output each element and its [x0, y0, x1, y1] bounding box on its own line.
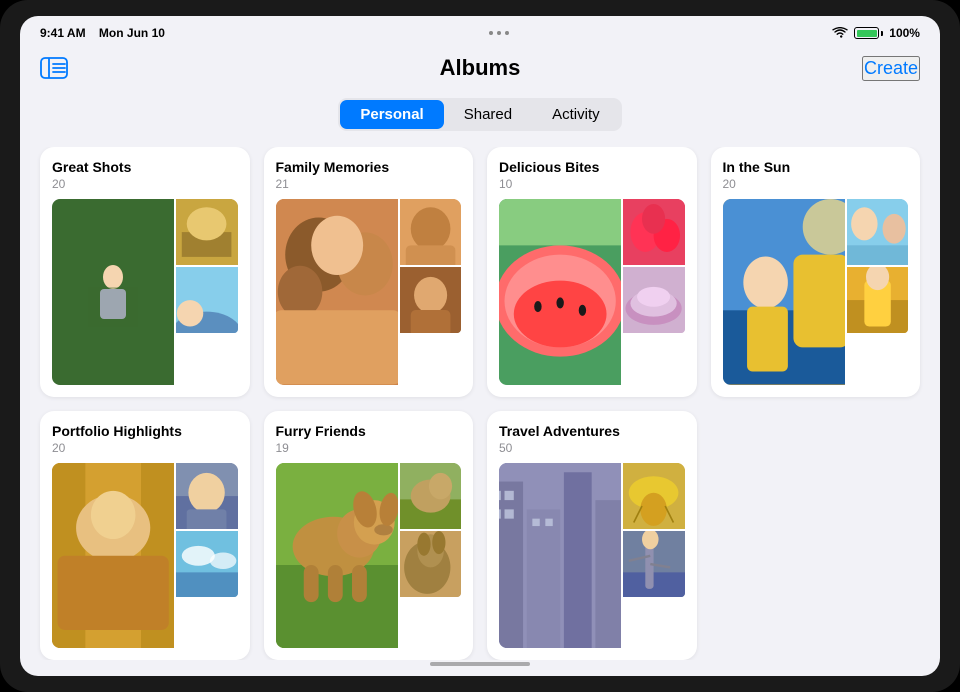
photo-side-2 — [847, 267, 908, 333]
photo-side-2 — [623, 531, 684, 597]
dot-3 — [505, 31, 509, 35]
battery-percentage: 100% — [889, 26, 920, 40]
photo-main — [276, 199, 398, 385]
side-photos — [623, 463, 684, 597]
photo-side-1 — [623, 463, 684, 529]
album-card-portfolio-highlights[interactable]: Portfolio Highlights 20 — [40, 411, 250, 661]
album-photos — [52, 463, 238, 649]
status-dots — [489, 31, 509, 35]
album-photos — [723, 199, 909, 385]
create-button[interactable]: Create — [862, 56, 920, 81]
tab-activity[interactable]: Activity — [532, 100, 620, 129]
album-card-travel-adventures[interactable]: Travel Adventures 50 — [487, 411, 697, 661]
status-date: Mon Jun 10 — [99, 26, 165, 40]
album-count: 20 — [723, 177, 909, 191]
photo-side-2 — [400, 531, 461, 597]
status-time-date: 9:41 AM Mon Jun 10 — [40, 26, 165, 40]
photo-main — [52, 463, 174, 649]
album-count: 10 — [499, 177, 685, 191]
album-count: 20 — [52, 177, 238, 191]
side-photos — [176, 199, 237, 333]
tab-shared[interactable]: Shared — [444, 100, 532, 129]
photo-side-1 — [400, 463, 461, 529]
side-photos — [400, 199, 461, 333]
side-photos — [847, 199, 908, 333]
photo-side-2 — [176, 531, 237, 597]
photo-side-2 — [400, 267, 461, 333]
photo-main — [499, 199, 621, 385]
album-photos — [276, 463, 462, 649]
photo-main — [276, 463, 398, 649]
album-count: 50 — [499, 441, 685, 455]
album-title: Portfolio Highlights — [52, 423, 238, 439]
album-title: Family Memories — [276, 159, 462, 175]
album-count: 20 — [52, 441, 238, 455]
album-card-furry-friends[interactable]: Furry Friends 19 — [264, 411, 474, 661]
side-photos — [176, 463, 237, 597]
ipad-screen: 9:41 AM Mon Jun 10 — [20, 16, 940, 676]
battery-body — [854, 27, 879, 39]
album-title: Travel Adventures — [499, 423, 685, 439]
status-indicators: 100% — [832, 26, 920, 40]
album-title: Furry Friends — [276, 423, 462, 439]
battery-fill — [857, 30, 877, 37]
album-card-great-shots[interactable]: Great Shots 20 — [40, 147, 250, 397]
segment-control: Personal Shared Activity — [338, 98, 621, 131]
photo-main — [499, 463, 621, 649]
battery-tip — [881, 31, 883, 36]
album-title: Delicious Bites — [499, 159, 685, 175]
album-photos — [52, 199, 238, 385]
dot-1 — [489, 31, 493, 35]
album-card-delicious-bites[interactable]: Delicious Bites 10 — [487, 147, 697, 397]
battery-indicator — [854, 27, 883, 39]
wifi-icon — [832, 27, 848, 39]
side-photos — [400, 463, 461, 597]
status-bar: 9:41 AM Mon Jun 10 — [20, 16, 940, 46]
album-title: In the Sun — [723, 159, 909, 175]
home-indicator — [430, 662, 530, 666]
photo-side-2 — [176, 267, 237, 333]
photo-side-1 — [847, 199, 908, 265]
photo-side-1 — [176, 463, 237, 529]
ipad-frame: 9:41 AM Mon Jun 10 — [0, 0, 960, 692]
photo-main — [723, 199, 845, 385]
photo-side-2 — [623, 267, 684, 333]
photo-content — [88, 257, 138, 327]
tab-personal[interactable]: Personal — [340, 100, 443, 129]
album-title: Great Shots — [52, 159, 238, 175]
album-photos — [499, 463, 685, 649]
side-photos — [623, 199, 684, 333]
album-card-family-memories[interactable]: Family Memories 21 — [264, 147, 474, 397]
photo-side-1 — [176, 199, 237, 265]
photo-side-1 — [623, 199, 684, 265]
album-count: 19 — [276, 441, 462, 455]
albums-grid: Great Shots 20 — [20, 147, 940, 660]
nav-bar: Albums Create — [20, 46, 940, 90]
dot-2 — [497, 31, 501, 35]
album-count: 21 — [276, 177, 462, 191]
album-card-in-the-sun[interactable]: In the Sun 20 — [711, 147, 921, 397]
page-title: Albums — [440, 55, 521, 81]
tab-bar: Personal Shared Activity — [20, 98, 940, 131]
status-time: 9:41 AM — [40, 26, 86, 40]
album-photos — [499, 199, 685, 385]
sidebar-toggle-icon[interactable] — [40, 57, 68, 79]
photo-main — [52, 199, 174, 385]
photo-side-1 — [400, 199, 461, 265]
album-photos — [276, 199, 462, 385]
